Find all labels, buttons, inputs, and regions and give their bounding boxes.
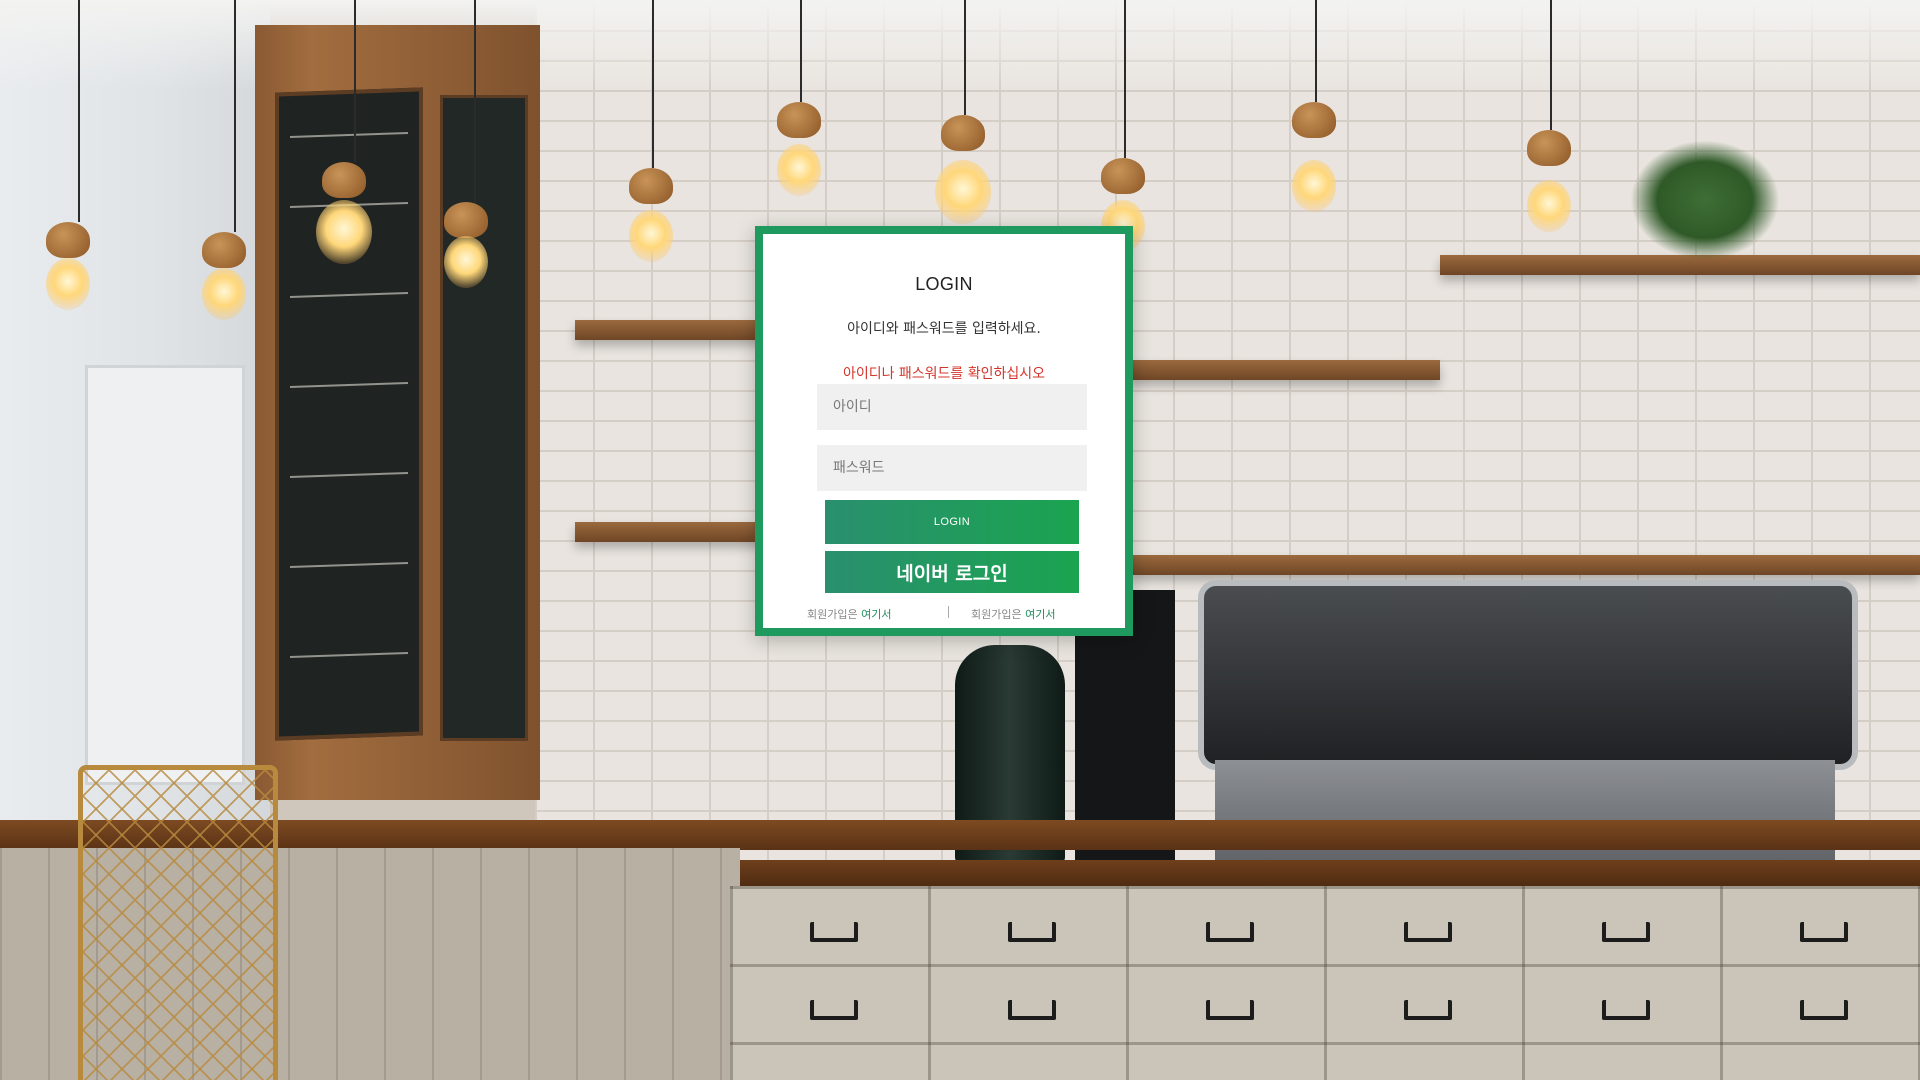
shelf: [1130, 360, 1440, 380]
id-input[interactable]: [817, 384, 1087, 430]
password-input[interactable]: [817, 445, 1087, 491]
naver-login-button[interactable]: 네이버 로그인: [825, 551, 1079, 593]
shelf: [575, 320, 775, 340]
signup-link[interactable]: 여기서: [1025, 608, 1055, 621]
login-instruction: 아이디와 패스워드를 입력하세요.: [847, 321, 1041, 337]
shelf: [575, 522, 775, 542]
signup-links: 회원가입은 여기서 회원가입은 여기서: [763, 606, 1125, 622]
signup-text-left: 회원가입은 여기서: [807, 606, 891, 622]
espresso-machine: [1198, 580, 1858, 770]
counter-top: [0, 820, 1920, 850]
potted-plant: [1630, 140, 1780, 260]
signup-link[interactable]: 여기서: [861, 608, 891, 621]
espresso-machine-base: [1215, 760, 1835, 870]
signup-divider: [948, 606, 949, 618]
login-panel: LOGIN 아이디와 패스워드를 입력하세요. 아이디나 패스워드를 확인하십시…: [763, 234, 1125, 628]
signup-prefix: 회원가입은: [807, 608, 862, 621]
signup-prefix: 회원가입은: [971, 608, 1026, 621]
back-door: [85, 365, 245, 785]
login-button[interactable]: LOGIN: [825, 500, 1079, 544]
login-title: LOGIN: [915, 274, 973, 294]
shelf: [1130, 555, 1920, 575]
login-error-message: 아이디나 패스워드를 확인하십시오: [842, 366, 1046, 382]
login-modal: LOGIN 아이디와 패스워드를 입력하세요. 아이디나 패스워드를 확인하십시…: [755, 226, 1133, 636]
coffee-chalkboard: [440, 95, 528, 741]
wire-chair: [78, 765, 278, 1080]
drawer-cabinet: [730, 886, 1920, 1080]
signup-text-right: 회원가입은 여기서: [971, 606, 1055, 622]
